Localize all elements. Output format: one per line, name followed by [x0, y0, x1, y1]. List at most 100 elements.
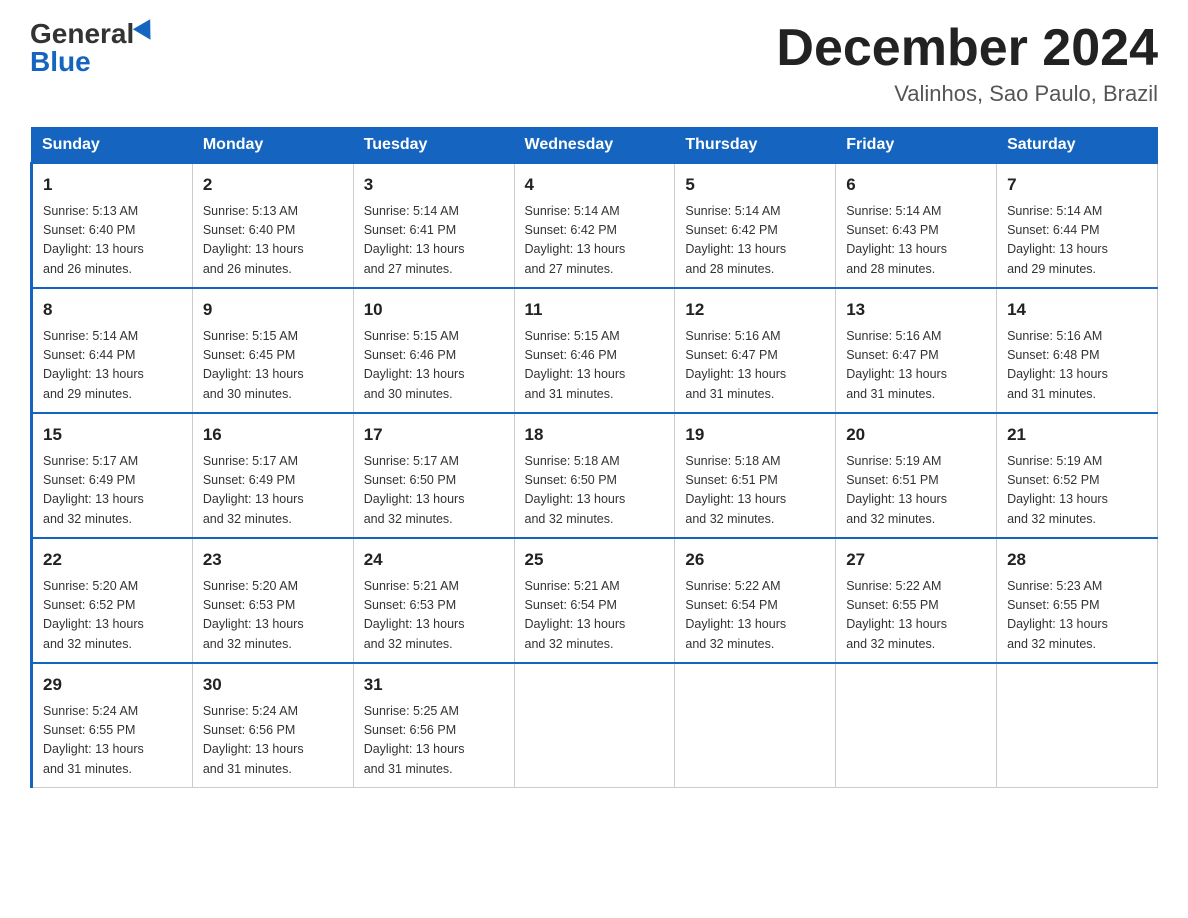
- day-cell: [836, 663, 997, 788]
- week-row-4: 22 Sunrise: 5:20 AMSunset: 6:52 PMDayligh…: [32, 538, 1158, 663]
- day-info: Sunrise: 5:18 AMSunset: 6:50 PMDaylight:…: [525, 452, 665, 530]
- day-cell: 17Sunrise: 5:17 AMSunset: 6:50 PMDayligh…: [353, 413, 514, 538]
- week-row-2: 8 Sunrise: 5:14 AMSunset: 6:44 PMDaylight…: [32, 288, 1158, 413]
- day-cell: 27 Sunrise: 5:22 AMSunset: 6:55 PMDayligh…: [836, 538, 997, 663]
- logo: General Blue: [30, 20, 156, 78]
- day-info: Sunrise: 5:22 AMSunset: 6:55 PMDaylight:…: [846, 577, 986, 655]
- day-number: 25: [525, 547, 665, 573]
- day-info: Sunrise: 5:20 AMSunset: 6:53 PMDaylight:…: [203, 577, 343, 655]
- day-number: 30: [203, 672, 343, 698]
- day-info: Sunrise: 5:15 AMSunset: 6:46 PMDaylight:…: [525, 327, 665, 405]
- day-info: Sunrise: 5:14 AMSunset: 6:44 PMDaylight:…: [43, 327, 182, 405]
- day-number: 18: [525, 422, 665, 448]
- header-cell-friday: Friday: [836, 128, 997, 164]
- day-number: 11: [525, 297, 665, 323]
- day-number: 12: [685, 297, 825, 323]
- day-number: 16: [203, 422, 343, 448]
- day-info: Sunrise: 5:13 AMSunset: 6:40 PMDaylight:…: [43, 202, 182, 280]
- day-number: 27: [846, 547, 986, 573]
- day-info: Sunrise: 5:22 AMSunset: 6:54 PMDaylight:…: [685, 577, 825, 655]
- day-number: 29: [43, 672, 182, 698]
- calendar-table: SundayMondayTuesdayWednesdayThursdayFrid…: [30, 127, 1158, 788]
- title-section: December 2024 Valinhos, Sao Paulo, Brazi…: [776, 20, 1158, 107]
- month-title: December 2024: [776, 20, 1158, 77]
- day-number: 19: [685, 422, 825, 448]
- day-info: Sunrise: 5:16 AMSunset: 6:47 PMDaylight:…: [685, 327, 825, 405]
- logo-triangle-icon: [133, 19, 159, 45]
- logo-general-label: General: [30, 18, 134, 49]
- header-cell-tuesday: Tuesday: [353, 128, 514, 164]
- day-info: Sunrise: 5:15 AMSunset: 6:45 PMDaylight:…: [203, 327, 343, 405]
- day-cell: 21 Sunrise: 5:19 AMSunset: 6:52 PMDayligh…: [997, 413, 1158, 538]
- day-cell: 6 Sunrise: 5:14 AMSunset: 6:43 PMDaylight…: [836, 163, 997, 288]
- day-number: 28: [1007, 547, 1147, 573]
- header-cell-wednesday: Wednesday: [514, 128, 675, 164]
- day-info: Sunrise: 5:14 AMSunset: 6:42 PMDaylight:…: [685, 202, 825, 280]
- day-cell: [997, 663, 1158, 788]
- day-cell: 12 Sunrise: 5:16 AMSunset: 6:47 PMDayligh…: [675, 288, 836, 413]
- day-number: 14: [1007, 297, 1147, 323]
- day-cell: 19 Sunrise: 5:18 AMSunset: 6:51 PMDayligh…: [675, 413, 836, 538]
- day-info: Sunrise: 5:14 AMSunset: 6:44 PMDaylight:…: [1007, 202, 1147, 280]
- logo-general-text: General: [30, 20, 156, 48]
- day-cell: 22 Sunrise: 5:20 AMSunset: 6:52 PMDayligh…: [32, 538, 193, 663]
- day-info: Sunrise: 5:24 AMSunset: 6:55 PMDaylight:…: [43, 702, 182, 780]
- day-number: 1: [43, 172, 182, 198]
- day-cell: 13Sunrise: 5:16 AMSunset: 6:47 PMDayligh…: [836, 288, 997, 413]
- calendar-body: 1 Sunrise: 5:13 AMSunset: 6:40 PMDaylight…: [32, 163, 1158, 788]
- day-cell: 28 Sunrise: 5:23 AMSunset: 6:55 PMDayligh…: [997, 538, 1158, 663]
- day-info: Sunrise: 5:13 AMSunset: 6:40 PMDaylight:…: [203, 202, 343, 280]
- day-cell: 30 Sunrise: 5:24 AMSunset: 6:56 PMDayligh…: [192, 663, 353, 788]
- calendar-header: SundayMondayTuesdayWednesdayThursdayFrid…: [32, 128, 1158, 164]
- day-number: 26: [685, 547, 825, 573]
- header-cell-monday: Monday: [192, 128, 353, 164]
- day-number: 21: [1007, 422, 1147, 448]
- day-cell: 3Sunrise: 5:14 AMSunset: 6:41 PMDaylight…: [353, 163, 514, 288]
- day-cell: [675, 663, 836, 788]
- day-info: Sunrise: 5:18 AMSunset: 6:51 PMDaylight:…: [685, 452, 825, 530]
- day-info: Sunrise: 5:14 AMSunset: 6:43 PMDaylight:…: [846, 202, 986, 280]
- week-row-5: 29 Sunrise: 5:24 AMSunset: 6:55 PMDayligh…: [32, 663, 1158, 788]
- day-info: Sunrise: 5:16 AMSunset: 6:48 PMDaylight:…: [1007, 327, 1147, 405]
- day-cell: 15Sunrise: 5:17 AMSunset: 6:49 PMDayligh…: [32, 413, 193, 538]
- header-cell-thursday: Thursday: [675, 128, 836, 164]
- day-number: 3: [364, 172, 504, 198]
- day-number: 23: [203, 547, 343, 573]
- day-number: 20: [846, 422, 986, 448]
- day-cell: 7 Sunrise: 5:14 AMSunset: 6:44 PMDaylight…: [997, 163, 1158, 288]
- day-cell: 4Sunrise: 5:14 AMSunset: 6:42 PMDaylight…: [514, 163, 675, 288]
- day-cell: 14 Sunrise: 5:16 AMSunset: 6:48 PMDayligh…: [997, 288, 1158, 413]
- logo-blue-label: Blue: [30, 46, 91, 78]
- day-info: Sunrise: 5:19 AMSunset: 6:52 PMDaylight:…: [1007, 452, 1147, 530]
- day-number: 5: [685, 172, 825, 198]
- day-number: 7: [1007, 172, 1147, 198]
- day-number: 8: [43, 297, 182, 323]
- day-cell: 5 Sunrise: 5:14 AMSunset: 6:42 PMDaylight…: [675, 163, 836, 288]
- day-cell: 25 Sunrise: 5:21 AMSunset: 6:54 PMDayligh…: [514, 538, 675, 663]
- day-number: 9: [203, 297, 343, 323]
- day-info: Sunrise: 5:23 AMSunset: 6:55 PMDaylight:…: [1007, 577, 1147, 655]
- day-info: Sunrise: 5:17 AMSunset: 6:49 PMDaylight:…: [203, 452, 343, 530]
- day-cell: 2Sunrise: 5:13 AMSunset: 6:40 PMDaylight…: [192, 163, 353, 288]
- day-cell: 11 Sunrise: 5:15 AMSunset: 6:46 PMDayligh…: [514, 288, 675, 413]
- day-cell: 16 Sunrise: 5:17 AMSunset: 6:49 PMDayligh…: [192, 413, 353, 538]
- day-cell: 8 Sunrise: 5:14 AMSunset: 6:44 PMDaylight…: [32, 288, 193, 413]
- day-number: 22: [43, 547, 182, 573]
- day-info: Sunrise: 5:17 AMSunset: 6:49 PMDaylight:…: [43, 452, 182, 530]
- day-cell: 26 Sunrise: 5:22 AMSunset: 6:54 PMDayligh…: [675, 538, 836, 663]
- header-cell-saturday: Saturday: [997, 128, 1158, 164]
- day-info: Sunrise: 5:16 AMSunset: 6:47 PMDaylight:…: [846, 327, 986, 405]
- day-cell: 20Sunrise: 5:19 AMSunset: 6:51 PMDayligh…: [836, 413, 997, 538]
- day-number: 24: [364, 547, 504, 573]
- day-info: Sunrise: 5:15 AMSunset: 6:46 PMDaylight:…: [364, 327, 504, 405]
- page-header: General Blue December 2024 Valinhos, Sao…: [30, 20, 1158, 107]
- day-cell: 31Sunrise: 5:25 AMSunset: 6:56 PMDayligh…: [353, 663, 514, 788]
- day-info: Sunrise: 5:21 AMSunset: 6:54 PMDaylight:…: [525, 577, 665, 655]
- day-cell: 1 Sunrise: 5:13 AMSunset: 6:40 PMDaylight…: [32, 163, 193, 288]
- day-number: 6: [846, 172, 986, 198]
- day-info: Sunrise: 5:24 AMSunset: 6:56 PMDaylight:…: [203, 702, 343, 780]
- day-number: 4: [525, 172, 665, 198]
- day-info: Sunrise: 5:17 AMSunset: 6:50 PMDaylight:…: [364, 452, 504, 530]
- day-info: Sunrise: 5:20 AMSunset: 6:52 PMDaylight:…: [43, 577, 182, 655]
- day-number: 10: [364, 297, 504, 323]
